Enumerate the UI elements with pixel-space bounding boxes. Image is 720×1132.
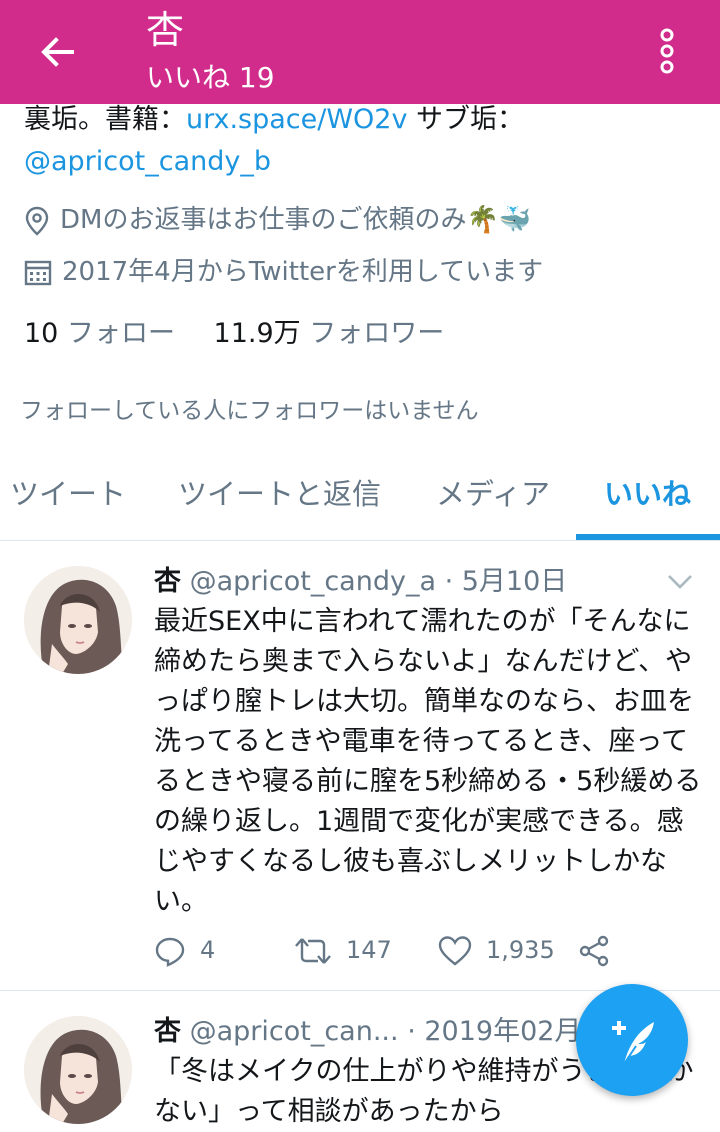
location-text: DMのお返事はお仕事のご依頼のみ🌴🐳 [60, 205, 532, 235]
app-bar: 杏 いいね 19 [0, 0, 720, 104]
reply-icon [155, 937, 185, 967]
compose-tweet-button[interactable] [576, 984, 688, 1096]
page-title: 杏 [146, 8, 185, 52]
following-label: フォロー [66, 318, 175, 349]
tweet-header: 杏 @apricot_can... · 2019年02月 [154, 1012, 581, 1052]
share-icon [579, 935, 609, 967]
tweet-author-handle[interactable]: @apricot_can... [190, 1016, 399, 1047]
page-subtitle: いいね 19 [146, 61, 275, 94]
tab-media[interactable]: メディア [436, 472, 550, 516]
tab-tweets[interactable]: ツイート [10, 472, 126, 516]
reply-button[interactable]: 4 [154, 930, 215, 970]
calendar-icon [24, 260, 52, 285]
tab-likes[interactable]: いいね [604, 472, 691, 516]
retweet-icon [295, 938, 331, 964]
like-button[interactable]: 1,935 [438, 930, 555, 970]
tab-tweets-replies[interactable]: ツイートと返信 [178, 472, 381, 516]
heart-icon [438, 936, 472, 966]
tweet-author-name[interactable]: 杏 [154, 1016, 181, 1047]
following-count: 10 [24, 318, 59, 349]
joined-text: 2017年4月からTwitterを利用しています [62, 257, 544, 287]
location-row: DMのお返事はお仕事のご依頼のみ🌴🐳 [24, 200, 531, 240]
followers-link[interactable]: 11.9万 フォロワー [214, 318, 445, 349]
follow-stats: 10 フォロー 11.9万 フォロワー [24, 314, 444, 354]
avatar[interactable] [24, 1016, 132, 1124]
joined-row: 2017年4月からTwitterを利用しています [24, 252, 543, 292]
chevron-down-icon[interactable] [666, 572, 694, 592]
followers-count: 11.9万 [213, 318, 301, 349]
more-vertical-icon[interactable] [652, 26, 682, 76]
tweet-text: 最近SEX中に言われて濡れたのが「そんなに締めたら奥まで入らないよ」なんだけど、… [154, 606, 702, 917]
profile-tabs: ツイート ツイートと返信 メディア いいね [0, 462, 720, 541]
followers-you-know: フォローしている人にフォロワーはいません [20, 398, 479, 424]
retweet-count: 147 [346, 936, 392, 964]
tweet-date: · 5月10日 [444, 566, 568, 597]
compose-tweet-icon [612, 1021, 654, 1065]
arrow-left-icon[interactable] [36, 30, 80, 74]
tweet-card[interactable]: 杏 @apricot_candy_a · 5月10日 最近SEX中に言われて濡れ… [0, 542, 720, 990]
bio-link[interactable]: urx.space/WO2v [186, 104, 407, 135]
location-pin-icon [25, 206, 49, 236]
followers-label: フォロワー [309, 318, 445, 349]
bio-line: 裏垢。書籍：urx.space/WO2v サブ垢： [24, 100, 524, 140]
bio-suffix: サブ垢： [407, 104, 525, 135]
reply-count: 4 [200, 936, 216, 964]
tweet-header: 杏 @apricot_candy_a · 5月10日 [154, 562, 567, 602]
tweet-date: · 2019年02月 [407, 1016, 582, 1047]
following-link[interactable]: 10 フォロー [24, 318, 175, 349]
avatar[interactable] [24, 566, 132, 674]
like-count: 1,935 [486, 936, 555, 964]
tweet-author-handle[interactable]: @apricot_candy_a [190, 566, 436, 597]
tweet-author-name[interactable]: 杏 [154, 566, 181, 597]
share-button[interactable] [578, 930, 610, 970]
bio-handle-link[interactable]: @apricot_candy_b [24, 142, 271, 182]
retweet-button[interactable]: 147 [294, 930, 392, 970]
active-tab-indicator [576, 534, 720, 540]
bio-prefix: 裏垢。書籍： [24, 104, 186, 135]
